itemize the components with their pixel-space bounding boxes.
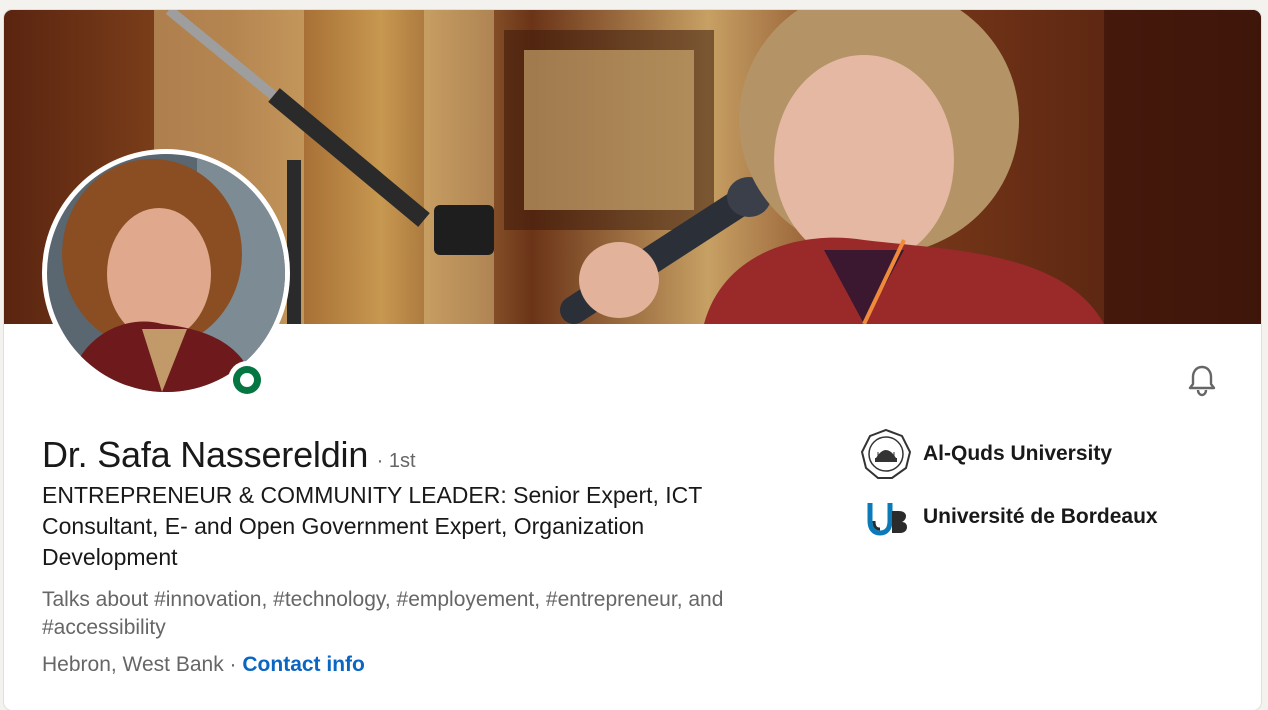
profile-name: Dr. Safa Nassereldin <box>42 434 369 475</box>
talks-about: Talks about #innovation, #technology, #e… <box>42 588 724 639</box>
education-name: Université de Bordeaux <box>923 505 1158 528</box>
name-line: Dr. Safa Nassereldin · 1st <box>42 434 416 476</box>
bell-icon[interactable] <box>1184 362 1220 398</box>
location-line: Hebron, West Bank · Contact info <box>42 651 365 679</box>
online-indicator-icon <box>233 366 261 394</box>
contact-info-link[interactable]: Contact info <box>242 653 364 676</box>
profile-headline: ENTREPRENEUR & COMMUNITY LEADER: Senior … <box>42 482 702 570</box>
universite-de-bordeaux-logo-icon <box>860 491 912 543</box>
profile-photo[interactable] <box>42 149 290 397</box>
education-item-bordeaux[interactable]: Université de Bordeaux <box>860 491 1158 543</box>
location: Hebron, West Bank <box>42 653 224 676</box>
connection-degree: · 1st <box>376 450 416 472</box>
profile-card: Dr. Safa Nassereldin · 1st ENTREPRENEUR … <box>4 10 1261 710</box>
online-status-badge <box>228 361 266 399</box>
separator: · <box>223 653 243 676</box>
avatar[interactable] <box>47 154 285 392</box>
education-item-al-quds[interactable]: Al-Quds University <box>860 428 1112 480</box>
al-quds-university-logo-icon <box>860 428 912 480</box>
education-name: Al-Quds University <box>923 442 1113 465</box>
